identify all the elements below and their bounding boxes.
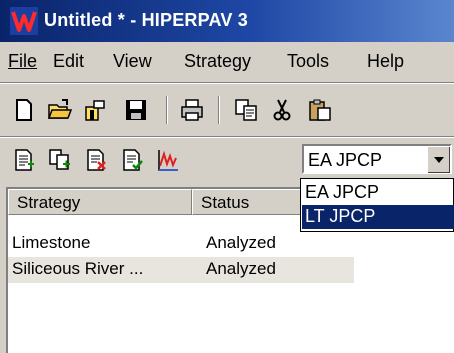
open-button[interactable] [82, 96, 110, 124]
menu-edit-label: Edit [53, 51, 85, 71]
new-file-icon [16, 99, 32, 121]
menu-help-label: Help [367, 51, 405, 71]
new-strategy-button[interactable] [10, 146, 38, 174]
analysis-type-dropdown: EA JPCP LT JPCP [300, 178, 454, 232]
paste-icon [309, 99, 331, 121]
dropdown-button[interactable] [427, 146, 450, 173]
menu-strategy[interactable]: Strategy [184, 51, 251, 72]
new-file-button[interactable] [10, 96, 38, 124]
option-ea-jpcp[interactable]: EA JPCP [302, 181, 454, 205]
menu-bar: File Edit View Strategy Tools Help [0, 42, 454, 80]
toolbar-separator [218, 96, 220, 124]
menu-edit[interactable]: Edit [53, 51, 84, 72]
strategy-name: Limestone [12, 233, 91, 252]
strategy-name: Siliceous River ... [12, 259, 144, 278]
menu-tools[interactable]: Tools [287, 51, 329, 72]
chart-icon [158, 150, 178, 171]
copy-strategy-button[interactable] [46, 146, 74, 174]
divider [0, 136, 454, 138]
title-bar[interactable]: Untitled * - HIPERPAV 3 [0, 0, 454, 42]
copy-icon [235, 99, 257, 121]
option-label: LT JPCP [305, 206, 376, 226]
strategy-status: Analyzed [206, 233, 276, 252]
paste-button[interactable] [306, 96, 334, 124]
analysis-type-select[interactable]: EA JPCP [302, 144, 452, 174]
chevron-down-icon [434, 157, 444, 163]
strategy-status: Analyzed [206, 259, 276, 278]
column-header-label: Status [201, 193, 250, 212]
option-label: EA JPCP [305, 182, 380, 202]
analyze-strategy-icon [123, 149, 143, 171]
column-header-label: Strategy [17, 193, 81, 212]
menu-file[interactable]: File [8, 51, 37, 72]
new-strategy-icon [15, 149, 34, 171]
open-folder-button[interactable] [46, 96, 74, 124]
table-row[interactable]: Limestone Analyzed [8, 231, 454, 257]
print-icon [181, 99, 203, 121]
chart-button[interactable] [154, 146, 182, 174]
analysis-type-value: EA JPCP [308, 150, 383, 170]
cut-icon [273, 99, 291, 121]
table-row[interactable]: Siliceous River ... Analyzed [8, 257, 354, 283]
standard-toolbar [0, 86, 454, 134]
delete-strategy-icon [87, 149, 106, 171]
menu-view-label: View [113, 51, 152, 71]
column-header-strategy[interactable]: Strategy [8, 189, 192, 215]
open-folder-icon [48, 99, 72, 119]
cut-button[interactable] [268, 96, 296, 124]
menu-tools-label: Tools [287, 51, 330, 71]
divider [0, 82, 454, 84]
print-button[interactable] [178, 96, 206, 124]
open-icon [85, 100, 105, 121]
save-button[interactable] [122, 96, 150, 124]
menu-help[interactable]: Help [367, 51, 404, 72]
copy-button[interactable] [232, 96, 260, 124]
analyze-strategy-button[interactable] [118, 146, 146, 174]
option-lt-jpcp[interactable]: LT JPCP [302, 205, 454, 229]
menu-view[interactable]: View [113, 51, 152, 72]
menu-file-label: File [8, 51, 38, 71]
menu-strategy-label: Strategy [184, 51, 252, 71]
window-title: Untitled * - HIPERPAV 3 [44, 10, 248, 30]
copy-strategy-icon [49, 149, 70, 170]
save-icon [126, 100, 146, 120]
delete-strategy-button[interactable] [82, 146, 110, 174]
hiperpav-logo-icon [10, 7, 38, 35]
toolbar-separator [166, 96, 168, 124]
